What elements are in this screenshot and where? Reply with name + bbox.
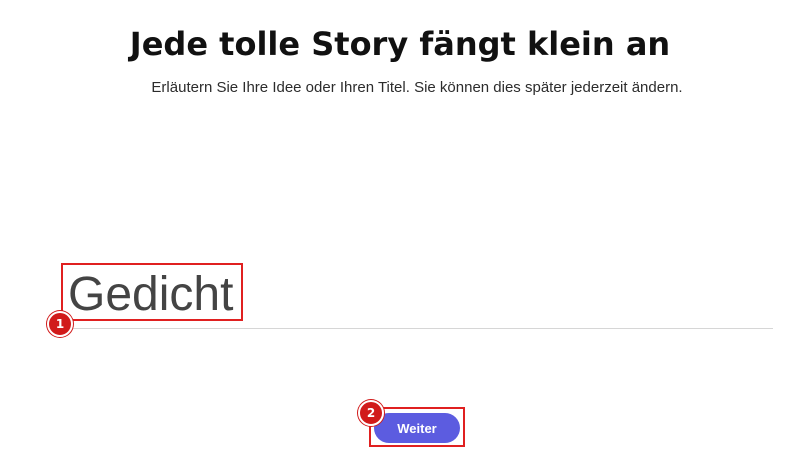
page-title: Jede tolle Story fängt klein an [129, 25, 671, 63]
step-badge-1: 1 [47, 311, 73, 337]
story-start-page: Jede tolle Story fängt klein an Erläuter… [0, 0, 800, 459]
title-input-underline [62, 328, 773, 329]
step-badge-2: 2 [358, 400, 384, 426]
highlight-title-input [61, 263, 243, 321]
page-subtitle: Erläutern Sie Ihre Idee oder Ihren Titel… [151, 79, 683, 96]
